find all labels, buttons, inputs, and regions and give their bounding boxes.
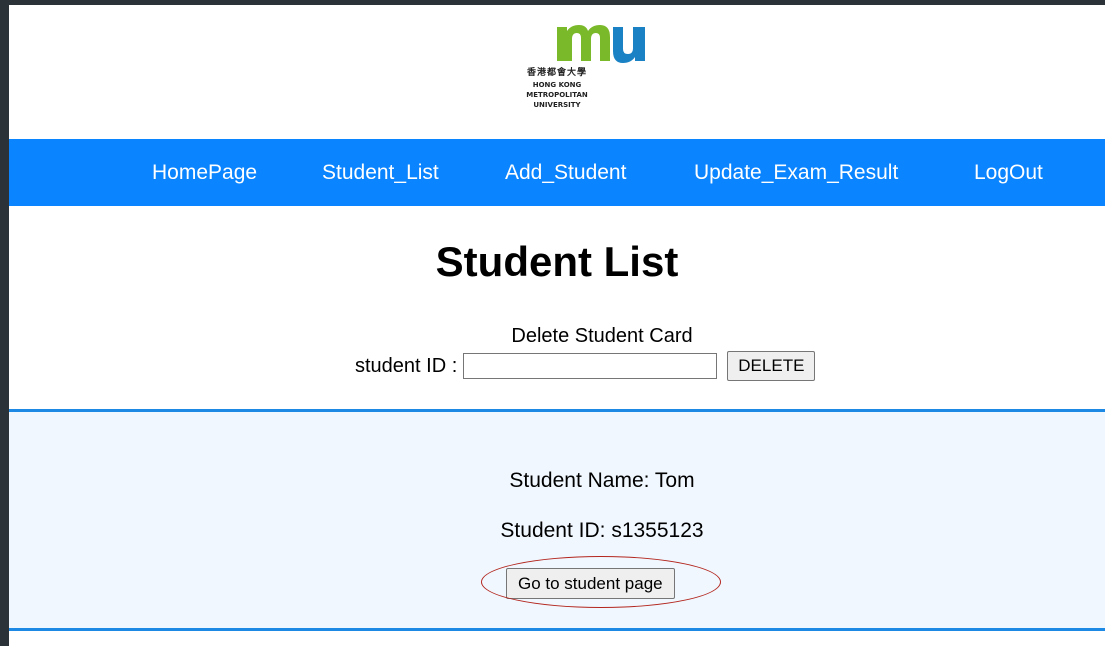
nav-item-logout[interactable]: LogOut [974, 139, 1043, 206]
delete-form: student ID : DELETE [355, 350, 816, 382]
nav-item-student-list[interactable]: Student_List [322, 139, 439, 206]
page-title: Student List [435, 238, 679, 285]
delete-form-heading: Delete Student Card [511, 325, 693, 347]
nav-bar: HomePage Student_List Add_Student Update… [9, 139, 1105, 206]
student-id-label: student ID : [355, 354, 458, 377]
mu-logo-icon [557, 25, 645, 63]
logo-name-line2: METROPOLITAN [526, 91, 588, 99]
browser-viewport: 香港都會大學 HONG KONG METROPOLITAN UNIVERSITY… [9, 5, 1105, 646]
student-name: Student Name: Tom [509, 469, 695, 492]
nav-item-add-student[interactable]: Add_Student [505, 139, 626, 206]
delete-button[interactable]: DELETE [727, 351, 816, 381]
university-logo: 香港都會大學 HONG KONG METROPOLITAN UNIVERSITY [9, 5, 1105, 139]
student-id-input[interactable] [463, 353, 718, 379]
student-id: Student ID: s1355123 [500, 519, 704, 542]
nav-item-update-exam-result[interactable]: Update_Exam_Result [694, 139, 898, 206]
student-card: Student Name: Tom Student ID: s1355123 G… [9, 409, 1105, 631]
nav-item-homepage[interactable]: HomePage [152, 139, 257, 206]
go-to-student-page-button[interactable]: Go to student page [506, 568, 675, 599]
logo-chinese-name: 香港都會大學 [526, 68, 587, 78]
logo-name-line1: HONG KONG [532, 81, 582, 89]
logo-name-line3: UNIVERSITY [533, 101, 581, 109]
